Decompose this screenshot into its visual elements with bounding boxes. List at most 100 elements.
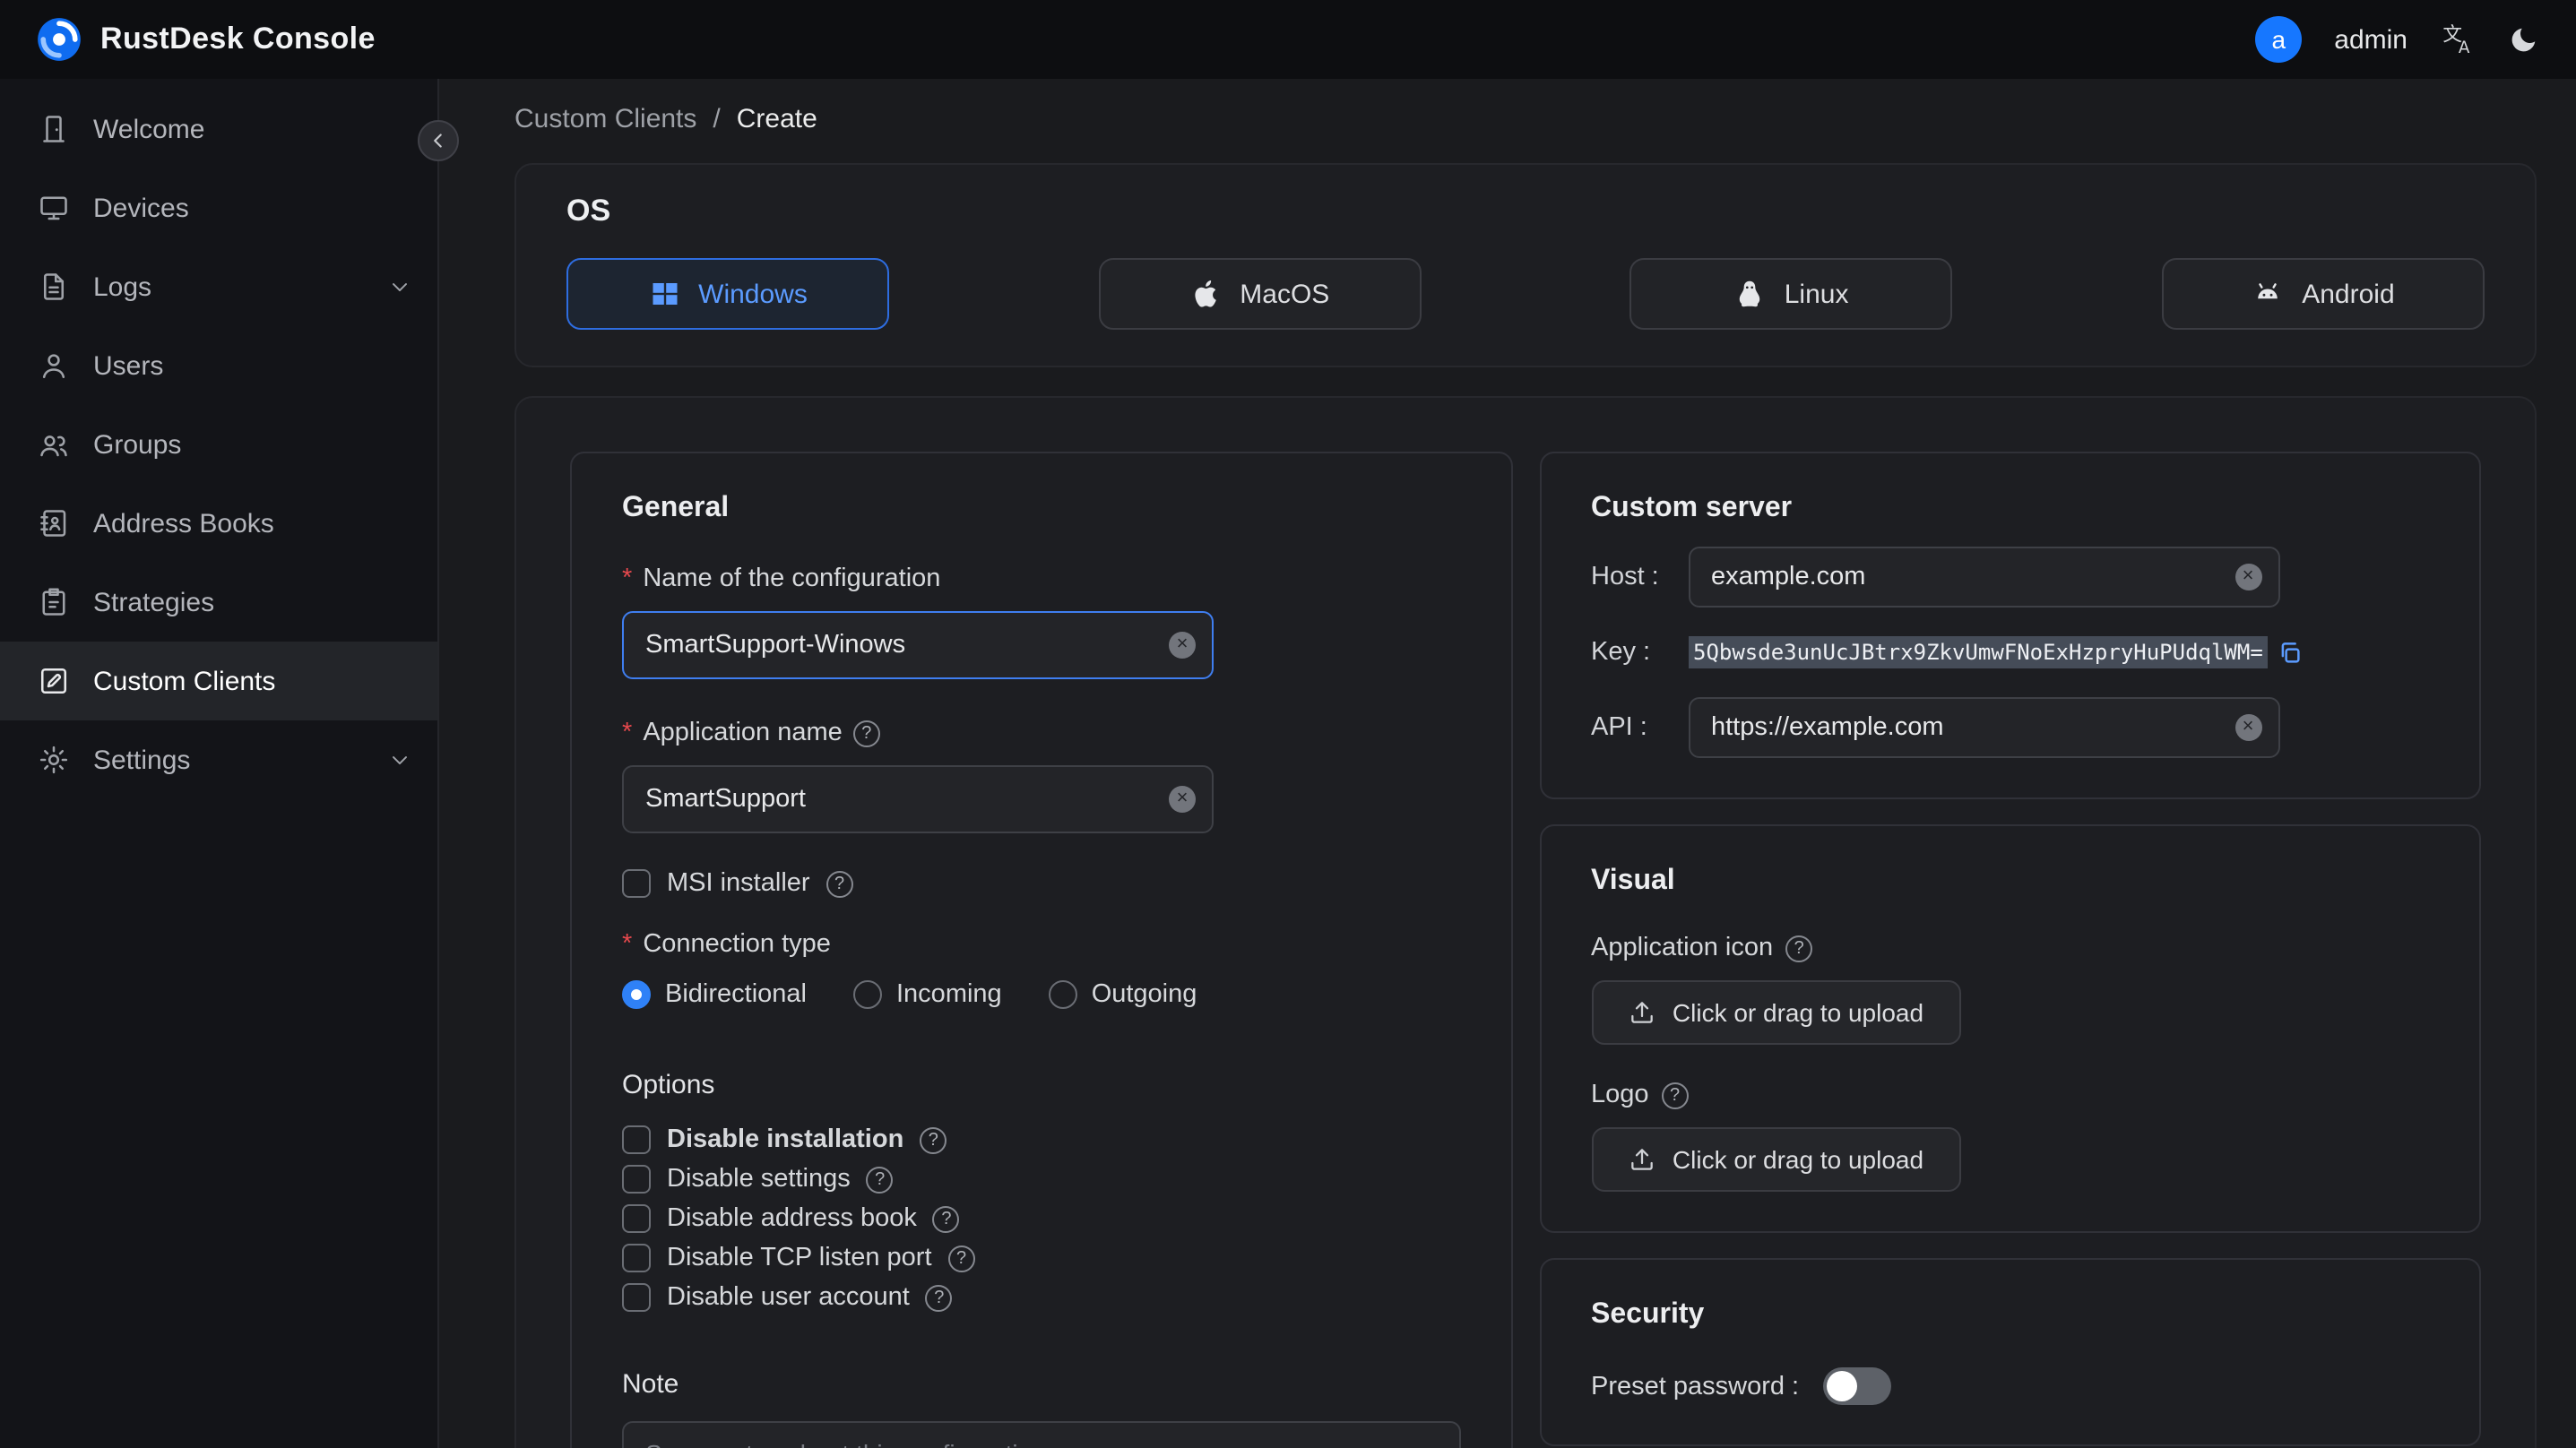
sidebar-item-strategies[interactable]: Strategies [0,563,437,642]
username[interactable]: admin [2334,24,2407,55]
breadcrumb: Custom Clients / Create [514,104,2537,134]
host-input[interactable] [1688,547,2279,608]
visual-card: Visual Application icon ? Click or drag … [1539,824,2481,1233]
topbar-right: a admin 文 A [2255,16,2540,63]
preset-password-label: Preset password : [1591,1372,1800,1401]
checkbox-icon[interactable] [622,1125,651,1154]
os-button-android[interactable]: Android [2161,258,2485,330]
sidebar-item-label: Address Books [93,508,274,539]
help-icon[interactable]: ? [1661,1082,1689,1108]
linux-icon [1740,280,1760,307]
chevron-left-icon [434,134,442,148]
radio-incoming[interactable]: Incoming [853,980,1002,1009]
security-title: Security [1591,1299,1705,1330]
sidebar-item-settings[interactable]: Settings [0,720,437,799]
sidebar-item-devices[interactable]: Devices [0,168,437,247]
msi-installer-checkbox[interactable] [622,869,651,898]
app-name-field-wrap: × [622,765,1214,833]
os-section-title: OS [566,194,611,228]
clear-icon[interactable]: × [2235,564,2261,590]
brand[interactable]: RustDesk Console [36,16,376,63]
sidebar-item-label: Custom Clients [93,666,276,696]
app-name-input[interactable] [622,765,1214,833]
os-button-linux[interactable]: Linux [1629,258,1953,330]
moon-icon[interactable] [2508,23,2540,56]
sidebar-item-logs[interactable]: Logs [0,247,437,326]
note-textarea[interactable] [622,1421,1460,1448]
option-disable-user-account[interactable]: Disable user account ? [622,1283,1460,1312]
help-icon[interactable]: ? [1785,935,1813,961]
visual-title: Visual [1591,866,1675,896]
sidebar-item-custom-clients[interactable]: Custom Clients [0,642,437,720]
option-disable-settings[interactable]: Disable settings ? [622,1165,1460,1194]
clear-icon[interactable]: × [1169,786,1196,813]
logo-upload-button[interactable]: Click or drag to upload [1591,1127,1960,1192]
chevron-down-icon[interactable] [387,274,412,299]
checkbox-icon[interactable] [622,1283,651,1312]
security-card: Security Preset password : [1539,1258,2481,1446]
gear-icon [39,746,68,774]
help-icon[interactable]: ? [925,1284,953,1311]
api-input[interactable] [1688,697,2279,758]
upload-button-label: Click or drag to upload [1672,1145,1924,1174]
breadcrumb-separator: / [713,104,721,134]
clear-icon[interactable]: × [2235,714,2261,741]
help-icon[interactable]: ? [947,1245,975,1271]
file-icon [43,273,65,300]
rustdesk-console-page: RustDesk Console a admin 文 A Welcome Dev… [0,0,2576,1448]
application-icon-upload-button[interactable]: Click or drag to upload [1591,980,1960,1045]
breadcrumb-parent[interactable]: Custom Clients [514,104,696,134]
radio-icon[interactable] [853,980,882,1009]
sidebar-item-address-books[interactable]: Address Books [0,484,437,563]
sidebar-item-users[interactable]: Users [0,326,437,405]
help-icon[interactable]: ? [932,1205,960,1232]
avatar[interactable]: a [2255,16,2303,63]
preset-password-row: Preset password : [1591,1367,2429,1405]
upload-button-label: Click or drag to upload [1672,998,1924,1027]
preset-password-toggle[interactable] [1822,1367,1891,1405]
radio-icon[interactable] [622,980,651,1009]
option-disable-address-book[interactable]: Disable address book ? [622,1204,1460,1233]
options-list: Disable installation ? Disable settings … [622,1125,1460,1312]
main-content: Custom Clients / Create OS Windows MacOS… [439,79,2576,1448]
sidebar-item-welcome[interactable]: Welcome [0,90,437,168]
checkbox-icon[interactable] [622,1165,651,1194]
help-icon[interactable]: ? [866,1166,894,1193]
os-button-label: MacOS [1240,279,1330,309]
note-label: Note [622,1369,679,1400]
api-label: API : [1591,713,1647,742]
help-icon[interactable]: ? [852,720,880,746]
clear-icon[interactable]: × [1169,632,1196,659]
upload-icon [1631,1149,1653,1170]
radio-outgoing[interactable]: Outgoing [1048,980,1197,1009]
right-column: Custom server Host : × Key : 5Qbwsde3unU… [1539,452,2481,1448]
sidebar-item-groups[interactable]: Groups [0,405,437,484]
sidebar-item-label: Users [93,350,164,381]
host-row: Host : × [1591,547,2429,608]
custom-server-title: Custom server [1591,493,1793,523]
apple-icon [1194,280,1216,307]
app-title: RustDesk Console [100,22,376,56]
upload-icon [1631,1002,1653,1023]
radio-bidirectional[interactable]: Bidirectional [622,980,807,1009]
sidebar-item-label: Logs [93,272,152,302]
translate-icon[interactable]: 文 A [2440,22,2476,57]
sidebar-item-label: Welcome [93,114,205,144]
radio-icon[interactable] [1048,980,1077,1009]
os-button-windows[interactable]: Windows [566,258,889,330]
chevron-down-icon[interactable] [387,747,412,772]
key-value[interactable]: 5Qbwsde3unUcJBtrx9ZkvUmwFNoExHzpryHuPUdq… [1688,636,2269,668]
name-input[interactable] [622,611,1214,679]
os-button-macos[interactable]: MacOS [1098,258,1422,330]
connection-type-label: * Connection type [622,930,831,959]
sidebar-collapse-button[interactable] [418,120,459,161]
checkbox-icon[interactable] [622,1244,651,1272]
name-label: * Name of the configuration [622,565,941,593]
copy-icon[interactable] [2278,639,2304,666]
option-disable-installation[interactable]: Disable installation ? [622,1125,1460,1154]
option-disable-tcp-listen-port[interactable]: Disable TCP listen port ? [622,1244,1460,1272]
checkbox-icon[interactable] [622,1204,651,1233]
help-icon[interactable]: ? [920,1126,947,1153]
help-icon[interactable]: ? [826,870,853,897]
clipboard-icon [42,588,65,616]
